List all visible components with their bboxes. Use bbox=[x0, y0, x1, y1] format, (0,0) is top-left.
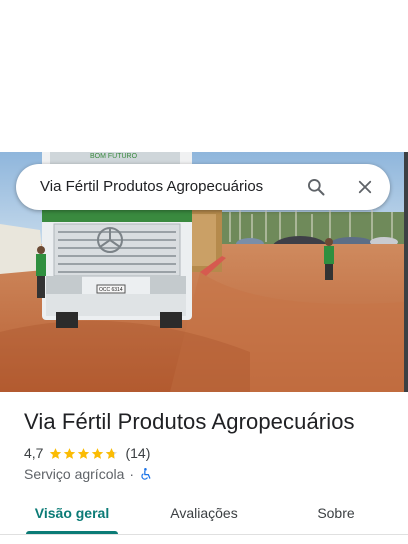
rating-value: 4,7 bbox=[24, 445, 44, 461]
blank-area bbox=[0, 0, 408, 152]
scrollbar[interactable] bbox=[404, 152, 408, 392]
tab-reviews[interactable]: Avaliações bbox=[154, 492, 254, 536]
rating-row[interactable]: 4,7 (14) bbox=[24, 444, 150, 462]
tab-about[interactable]: Sobre bbox=[296, 492, 376, 536]
category-row: Serviço agrícola · bbox=[24, 465, 153, 483]
license-plate: OCC 6314 bbox=[99, 287, 123, 293]
star-icon bbox=[50, 447, 62, 459]
place-title: Via Fértil Produtos Agropecuários bbox=[24, 409, 355, 434]
star-icon bbox=[92, 447, 104, 459]
close-icon bbox=[358, 180, 372, 194]
star-icon bbox=[64, 447, 76, 459]
search-icon bbox=[308, 179, 325, 196]
search-input[interactable]: Via Fértil Produtos Agropecuários bbox=[40, 178, 263, 195]
close-button[interactable] bbox=[351, 173, 379, 201]
separator-dot: · bbox=[129, 466, 135, 482]
wheelchair-icon[interactable] bbox=[139, 467, 153, 481]
star-half-icon bbox=[106, 447, 118, 459]
star-icon bbox=[78, 447, 90, 459]
tab-overview[interactable]: Visão geral bbox=[22, 492, 122, 536]
review-count[interactable]: (14) bbox=[125, 445, 150, 461]
search-bar[interactable]: Via Fértil Produtos Agropecuários bbox=[16, 164, 390, 210]
search-button[interactable] bbox=[302, 173, 330, 201]
star-rating bbox=[49, 447, 119, 460]
tab-bar: Visão geral Avaliações Sobre bbox=[0, 492, 408, 544]
place-category[interactable]: Serviço agrícola bbox=[24, 466, 124, 482]
tab-divider bbox=[0, 534, 408, 535]
truck-logo-text: BOM FUTURO bbox=[90, 153, 138, 160]
